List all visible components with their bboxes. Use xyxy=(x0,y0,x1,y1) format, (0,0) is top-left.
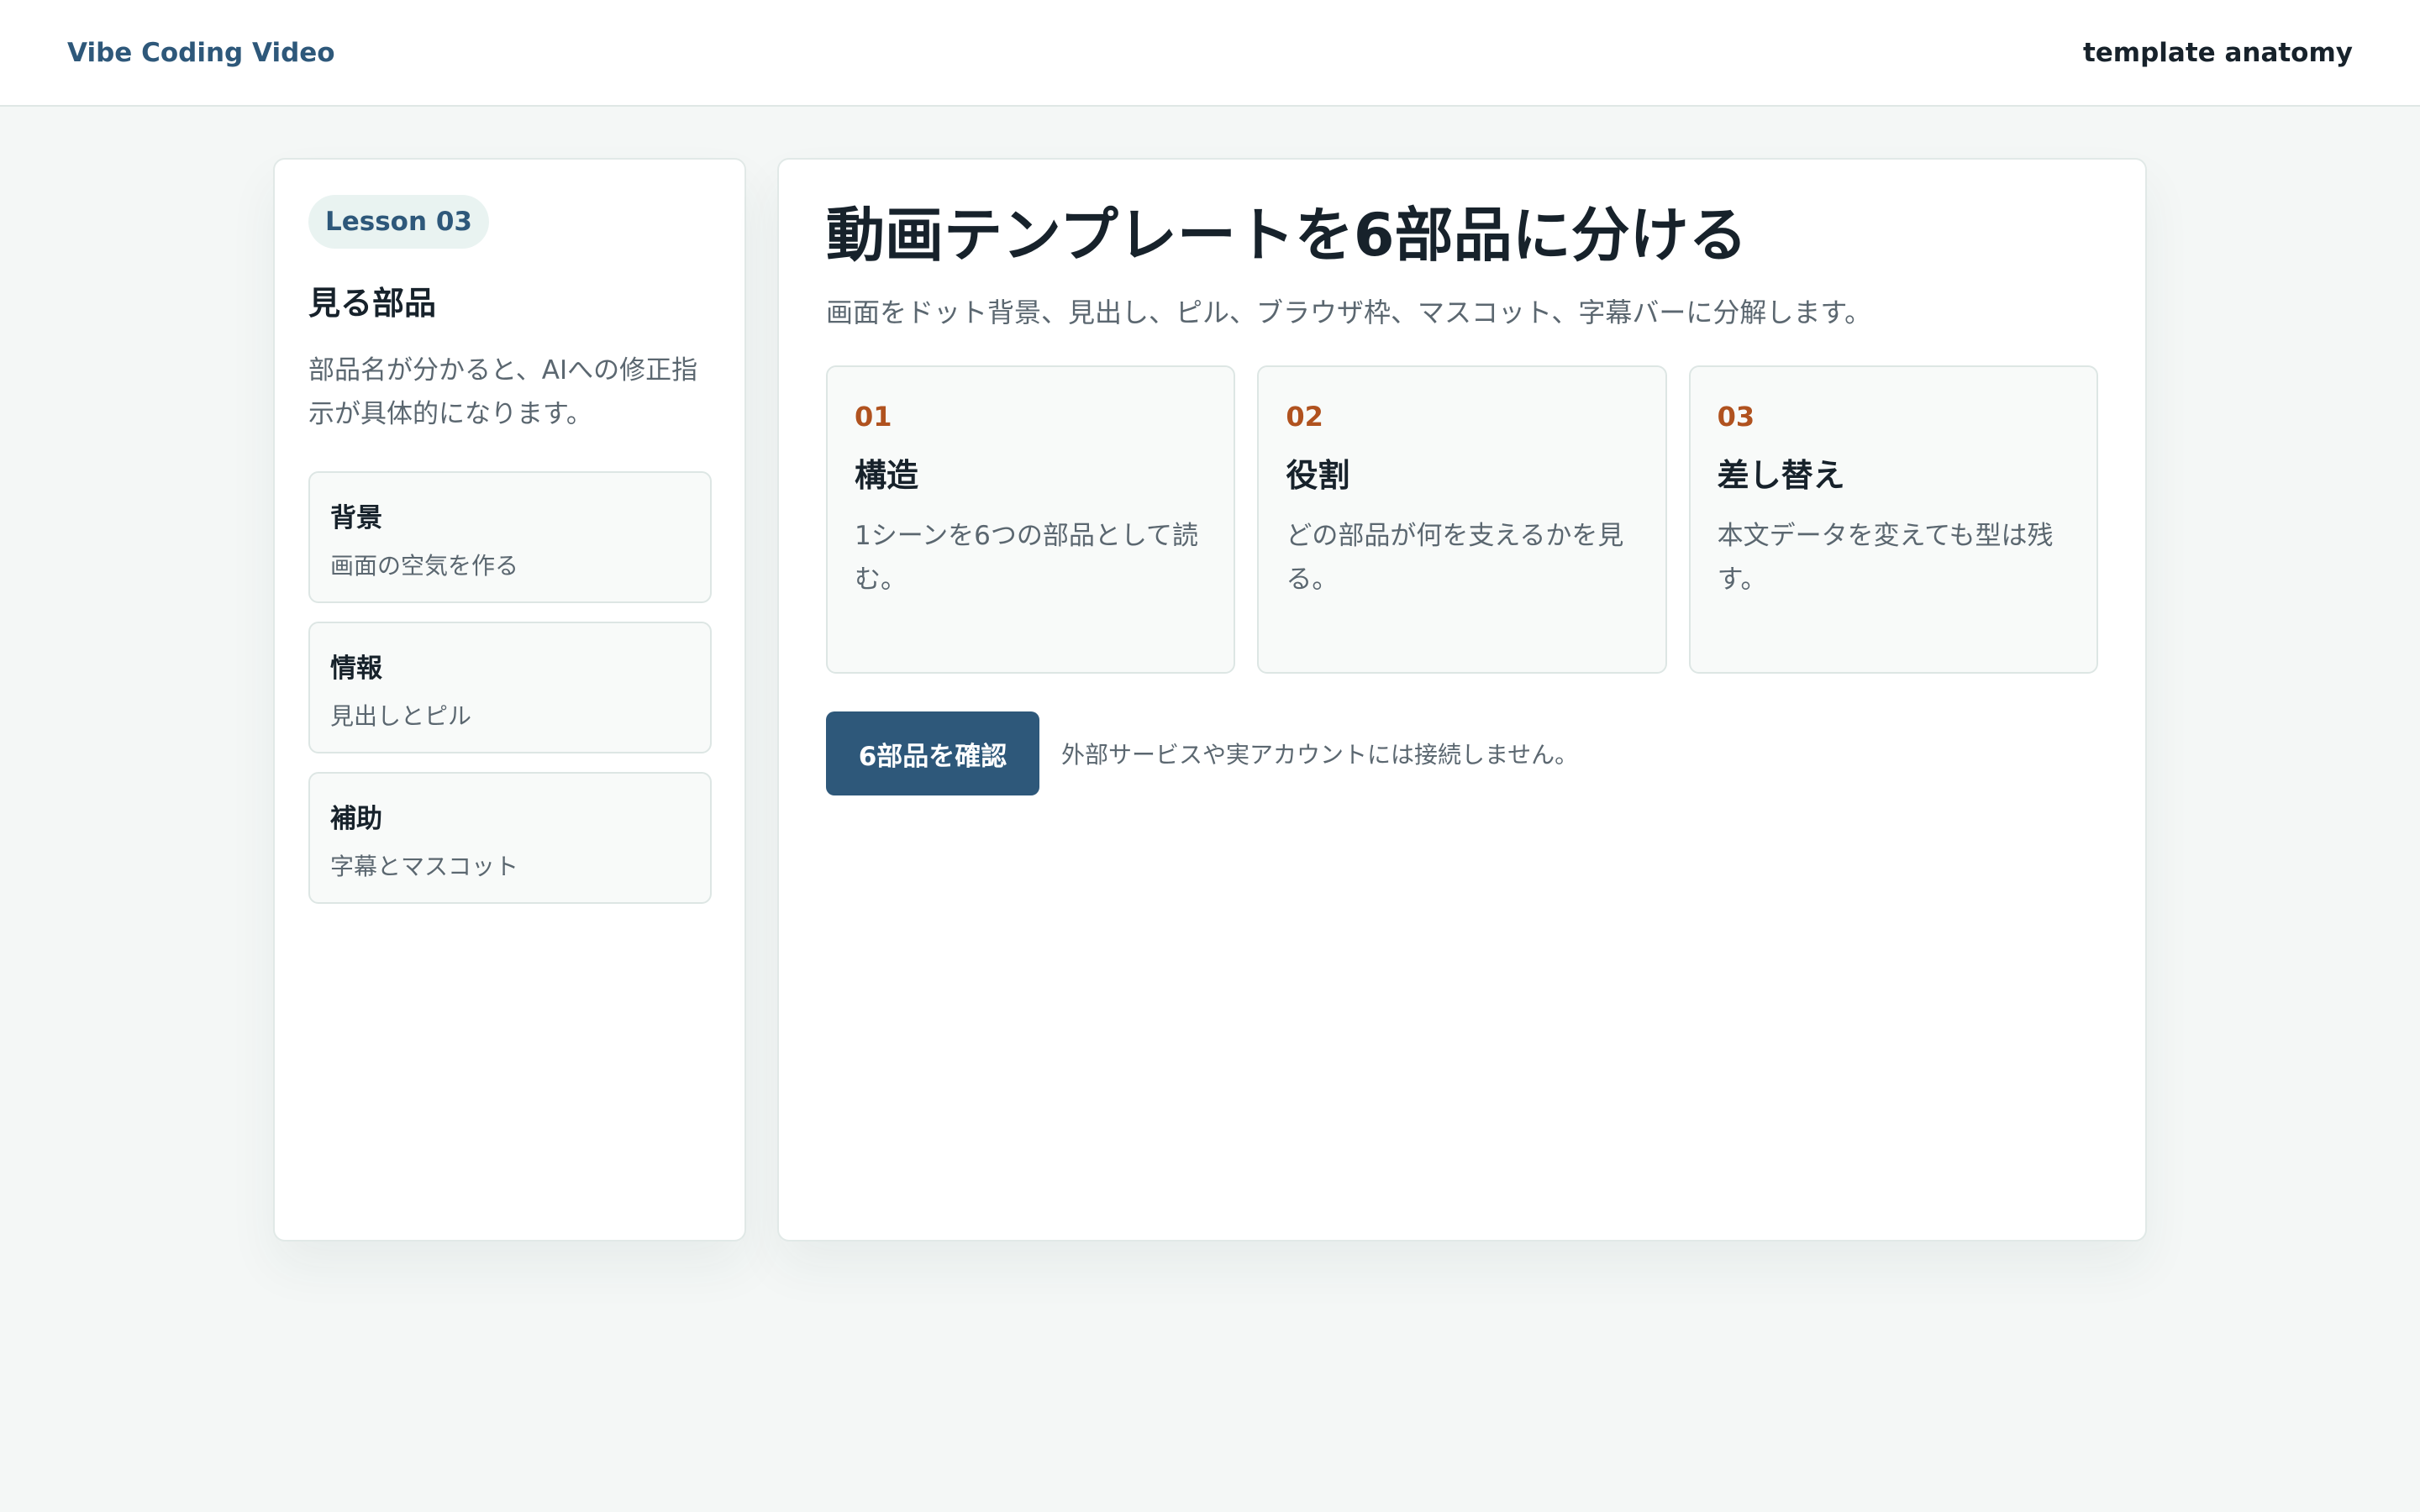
step-description: 1シーンを6つの部品として読む。 xyxy=(855,521,1198,595)
page-label: template anatomy xyxy=(2082,37,2353,68)
lesson-badge: Lesson 03 xyxy=(308,195,489,249)
sidebar-item-background[interactable]: 背景 画面の空気を作る xyxy=(308,471,712,603)
confirm-parts-button[interactable]: 6部品を確認 xyxy=(826,711,1039,795)
step-description: どの部品が何を支えるかを見る。 xyxy=(1286,521,1624,595)
step-number: 03 xyxy=(1717,401,1755,433)
step-description: 本文データを変えても型は残す。 xyxy=(1717,521,2054,595)
top-bar: Vibe Coding Video template anatomy xyxy=(0,0,2420,107)
sidebar-item-subtitle: 見出しとピル xyxy=(330,702,472,730)
step-cards: 01 構造 1シーンを6つの部品として読む。 02 役割 どの部品が何を支えるか… xyxy=(826,365,2098,674)
sidebar-item-title: 情報 xyxy=(330,654,382,684)
step-title: 差し替え xyxy=(1717,457,1845,494)
sidebar-description: 部品名が分かると、AIへの修正指示が具体的になります。 xyxy=(308,355,698,429)
step-title: 構造 xyxy=(855,457,919,494)
step-title: 役割 xyxy=(1286,457,1350,494)
action-row: 6部品を確認 外部サービスや実アカウントには接続しません。 xyxy=(826,711,2098,795)
brand-name[interactable]: Vibe Coding Video xyxy=(67,38,335,68)
sidebar-item-title: 補助 xyxy=(330,804,382,834)
step-card-structure: 01 構造 1シーンを6つの部品として読む。 xyxy=(826,365,1236,674)
page-subtitle: 画面をドット背景、見出し、ピル、ブラウザ枠、マスコット、字幕バーに分解します。 xyxy=(826,297,1872,328)
sidebar-item-support[interactable]: 補助 字幕とマスコット xyxy=(308,772,712,904)
step-card-role: 02 役割 どの部品が何を支えるかを見る。 xyxy=(1257,365,1667,674)
main-panel: 動画テンプレートを6部品に分ける 画面をドット背景、見出し、ピル、ブラウザ枠、マ… xyxy=(777,158,2147,1242)
sidebar-item-subtitle: 画面の空気を作る xyxy=(330,552,519,580)
sidebar-item-subtitle: 字幕とマスコット xyxy=(330,853,519,880)
sidebar-panel: Lesson 03 見る部品 部品名が分かると、AIへの修正指示が具体的になりま… xyxy=(273,158,746,1242)
sidebar-item-info[interactable]: 情報 見出しとピル xyxy=(308,622,712,753)
sidebar-item-title: 背景 xyxy=(330,503,382,533)
sidebar-title: 見る部品 xyxy=(308,285,437,322)
step-number: 01 xyxy=(855,401,892,433)
step-number: 02 xyxy=(1286,401,1323,433)
step-card-replace: 03 差し替え 本文データを変えても型は残す。 xyxy=(1688,365,2098,674)
page-title: 動画テンプレートを6部品に分ける xyxy=(826,201,1748,270)
connection-note: 外部サービスや実アカウントには接続しません。 xyxy=(1061,741,1579,769)
